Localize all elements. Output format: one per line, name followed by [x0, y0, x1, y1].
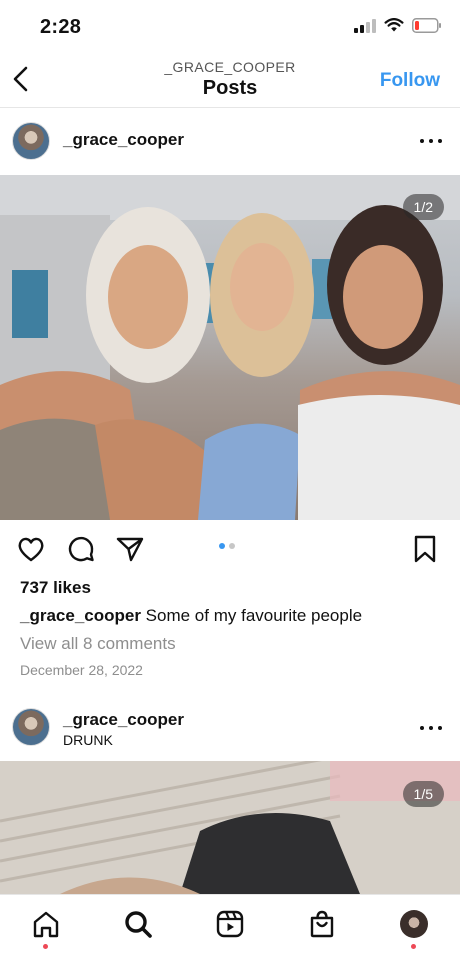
home-icon[interactable] — [31, 909, 61, 939]
view-comments-link[interactable]: View all 8 comments — [20, 634, 176, 654]
status-icons — [354, 18, 442, 33]
image-counter-badge: 1/5 — [402, 781, 444, 807]
post-image[interactable]: 1/2 — [0, 175, 460, 520]
shop-icon[interactable] — [307, 909, 337, 939]
bookmark-icon[interactable] — [410, 534, 440, 564]
carousel-dot — [219, 543, 225, 549]
share-icon[interactable] — [115, 534, 145, 564]
search-icon[interactable] — [123, 909, 153, 939]
caption-username[interactable]: _grace_cooper — [20, 606, 141, 625]
post-actions — [0, 530, 460, 570]
post-header: _grace_cooper DRUNK — [0, 696, 460, 758]
more-options-button[interactable] — [420, 137, 442, 145]
post-header: _grace_cooper — [0, 110, 460, 172]
post-username[interactable]: _grace_cooper — [63, 710, 184, 730]
avatar[interactable] — [12, 708, 50, 746]
caption-text: Some of my favourite people — [140, 606, 363, 625]
status-bar: 2:28 — [0, 0, 460, 52]
follow-button[interactable]: Follow — [380, 70, 440, 92]
cellular-signal-icon — [354, 18, 376, 33]
notification-dot — [411, 944, 416, 949]
bottom-nav — [0, 894, 460, 959]
avatar[interactable] — [12, 122, 50, 160]
wifi-icon — [384, 18, 404, 32]
likes-count[interactable]: 737 likes — [20, 578, 91, 598]
comment-icon[interactable] — [66, 534, 96, 564]
heart-icon[interactable] — [16, 534, 46, 564]
profile-avatar[interactable] — [400, 910, 428, 938]
post-username[interactable]: _grace_cooper — [63, 130, 184, 150]
reels-icon[interactable] — [215, 909, 245, 939]
status-time: 2:28 — [40, 16, 82, 38]
image-counter-badge: 1/2 — [402, 194, 444, 220]
nav-header: _GRACE_COOPER Posts Follow — [0, 52, 460, 108]
notification-dot — [43, 944, 48, 949]
carousel-dot — [229, 543, 235, 549]
post-caption: _grace_cooper Some of my favourite peopl… — [20, 606, 362, 626]
post-location[interactable]: DRUNK — [63, 732, 113, 748]
photo-illustration — [0, 175, 460, 520]
more-options-button[interactable] — [420, 724, 442, 732]
battery-icon — [412, 18, 441, 33]
carousel-indicator — [219, 543, 235, 549]
post-date: December 28, 2022 — [20, 662, 143, 678]
post-image[interactable]: 1/5 — [0, 761, 460, 894]
photo-illustration — [0, 761, 460, 894]
